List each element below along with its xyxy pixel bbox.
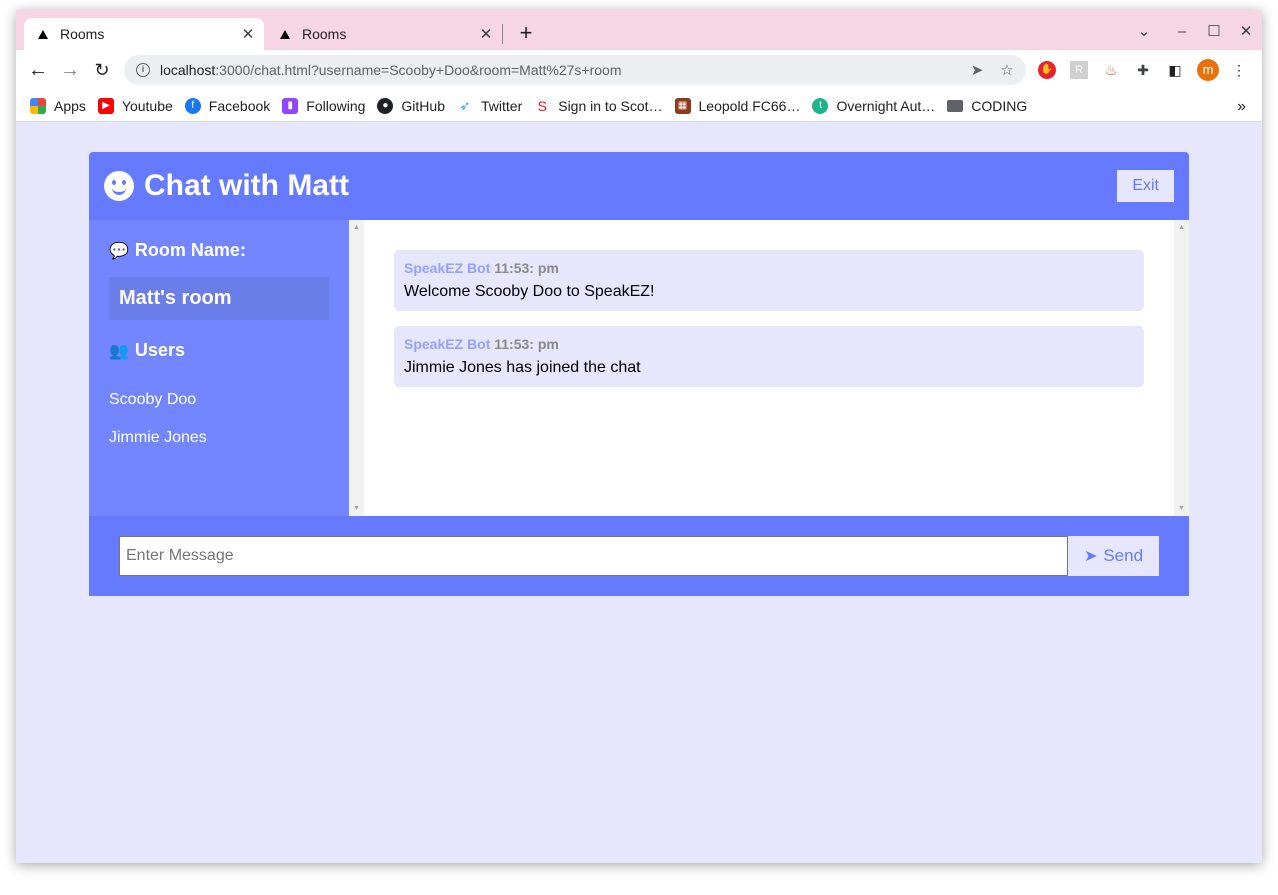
- bookmark-github[interactable]: ● GitHub: [377, 97, 445, 114]
- users-heading: 👥 Users: [109, 340, 185, 360]
- overnight-icon: t: [812, 97, 829, 114]
- message-meta: SpeakEZ Bot 11:53: pm: [404, 260, 559, 276]
- chat-title-text: Chat with Matt: [144, 169, 349, 202]
- room-name: Matt's room: [109, 277, 329, 320]
- bookmark-overnight[interactable]: t Overnight Aut…: [812, 97, 935, 114]
- send-button[interactable]: ➤ Send: [1068, 536, 1159, 576]
- github-icon: ●: [377, 97, 394, 114]
- chat-title: Chat with Matt: [104, 169, 349, 203]
- scroll-up-icon[interactable]: ▲: [1178, 224, 1185, 231]
- message: SpeakEZ Bot 11:53: pm Jimmie Jones has j…: [394, 326, 1144, 387]
- chat-sidebar: 💬 Room Name: Matt's room 👥 Users Scooby Do…: [89, 220, 349, 516]
- tab-title: Rooms: [60, 26, 105, 42]
- bookmark-folder-coding[interactable]: CODING: [947, 98, 1027, 114]
- chat-form: ➤ Send: [89, 516, 1189, 596]
- send-tab-icon[interactable]: ➤: [966, 61, 988, 79]
- tab-rooms[interactable]: Rooms ✕: [266, 18, 502, 50]
- maximize-icon[interactable]: ☐: [1202, 20, 1226, 44]
- twitch-icon: ▮: [282, 97, 299, 114]
- room-heading: 💬 Room Name:: [109, 240, 246, 260]
- puzzle-extensions-icon[interactable]: ✚: [1134, 61, 1152, 79]
- bookmarks-bar: Apps ▶ Youtube f Facebook ▮ Following ● GitH…: [16, 90, 1262, 122]
- scroll-up-icon[interactable]: ▲: [353, 224, 360, 231]
- chat-container: Chat with Matt Exit 💬 Room Name: Matt's r…: [89, 152, 1189, 596]
- message-text: Jimmie Jones has joined the chat: [404, 359, 641, 376]
- leopold-icon: ▦: [674, 97, 691, 114]
- user-list: Scooby Doo Jimmie Jones: [109, 381, 329, 457]
- side-panel-icon[interactable]: ◧: [1166, 61, 1184, 79]
- messages-panel: ▲ ▼ SpeakEZ Bot 11:53: pm Welcome Scooby…: [349, 220, 1189, 516]
- messages-scrollbar[interactable]: ▲ ▼: [1174, 220, 1189, 516]
- back-arrow-icon[interactable]: ←: [25, 58, 51, 82]
- browser-window: Rooms ✕ Rooms ✕ + ⌄ – ☐ ✕ ← → ↻ i localh…: [16, 10, 1262, 863]
- chat-main: 💬 Room Name: Matt's room 👥 Users Scooby Do…: [89, 220, 1189, 516]
- close-window-icon[interactable]: ✕: [1234, 20, 1258, 44]
- bookmark-star-icon[interactable]: ☆: [996, 61, 1018, 79]
- user-item: Jimmie Jones: [109, 429, 207, 446]
- bookmark-leopold[interactable]: ▦ Leopold FC66…: [674, 97, 800, 114]
- tab-strip: Rooms ✕ Rooms ✕ + ⌄ – ☐ ✕: [16, 10, 1262, 50]
- tab-separator: [502, 24, 503, 44]
- bookmark-scotiabank[interactable]: S Sign in to Scot…: [534, 97, 663, 114]
- tab-rooms-active[interactable]: Rooms ✕: [24, 18, 264, 50]
- sidebar-scrollbar[interactable]: ▲ ▼: [349, 220, 364, 516]
- more-bookmarks-icon[interactable]: »: [1237, 98, 1246, 116]
- bookmark-youtube[interactable]: ▶ Youtube: [97, 97, 173, 114]
- profile-avatar[interactable]: m: [1197, 59, 1219, 81]
- menu-kebab-icon[interactable]: ⋮: [1230, 61, 1248, 79]
- bookmark-following[interactable]: ▮ Following: [282, 97, 365, 114]
- forward-arrow-icon[interactable]: →: [57, 58, 83, 82]
- extension-icon[interactable]: ♨: [1102, 61, 1120, 79]
- message-meta: SpeakEZ Bot 11:53: pm: [404, 336, 559, 352]
- user-item: Scooby Doo: [109, 391, 197, 408]
- bookmark-apps[interactable]: Apps: [30, 97, 86, 114]
- twitter-icon: ➶: [459, 97, 471, 113]
- reload-icon[interactable]: ↻: [89, 58, 115, 82]
- comments-icon: 💬: [109, 242, 129, 260]
- browser-toolbar: ← → ↻ i localhost:3000/chat.html?usernam…: [16, 50, 1262, 90]
- close-tab-icon[interactable]: ✕: [476, 25, 496, 43]
- scroll-down-icon[interactable]: ▼: [353, 505, 360, 512]
- scotiabank-icon: S: [537, 97, 547, 114]
- bookmark-facebook[interactable]: f Facebook: [184, 97, 270, 114]
- chat-header: Chat with Matt Exit: [89, 152, 1189, 220]
- address-bar[interactable]: i localhost:3000/chat.html?username=Scoo…: [124, 55, 1026, 85]
- new-tab-button[interactable]: +: [514, 20, 538, 46]
- smile-icon: [104, 171, 134, 201]
- extension-icon[interactable]: R: [1070, 61, 1088, 79]
- scroll-down-icon[interactable]: ▼: [1178, 505, 1185, 512]
- folder-icon: [947, 99, 964, 112]
- apps-grid-icon: [30, 97, 46, 114]
- favicon-triangle-icon: [280, 29, 290, 39]
- users-icon: 👥: [109, 342, 129, 360]
- site-info-icon[interactable]: i: [136, 63, 150, 77]
- message: SpeakEZ Bot 11:53: pm Welcome Scooby Doo…: [394, 250, 1144, 311]
- url-text[interactable]: localhost:3000/chat.html?username=Scooby…: [160, 62, 966, 78]
- facebook-icon: f: [184, 97, 201, 114]
- message-input[interactable]: [119, 536, 1068, 576]
- adblock-extension-icon[interactable]: ✋: [1038, 61, 1056, 79]
- favicon-triangle-icon: [38, 29, 48, 39]
- chat-messages: SpeakEZ Bot 11:53: pm Welcome Scooby Doo…: [364, 220, 1174, 516]
- message-text: Welcome Scooby Doo to SpeakEZ!: [404, 283, 655, 300]
- paper-plane-icon: ➤: [1083, 548, 1098, 565]
- close-tab-icon[interactable]: ✕: [238, 25, 258, 43]
- exit-button[interactable]: Exit: [1117, 170, 1174, 202]
- tab-title: Rooms: [302, 26, 347, 42]
- tab-search-icon[interactable]: ⌄: [1132, 20, 1156, 44]
- minimize-icon[interactable]: –: [1170, 20, 1194, 44]
- youtube-icon: ▶: [97, 97, 114, 114]
- bookmark-twitter[interactable]: ➶ Twitter: [457, 97, 523, 114]
